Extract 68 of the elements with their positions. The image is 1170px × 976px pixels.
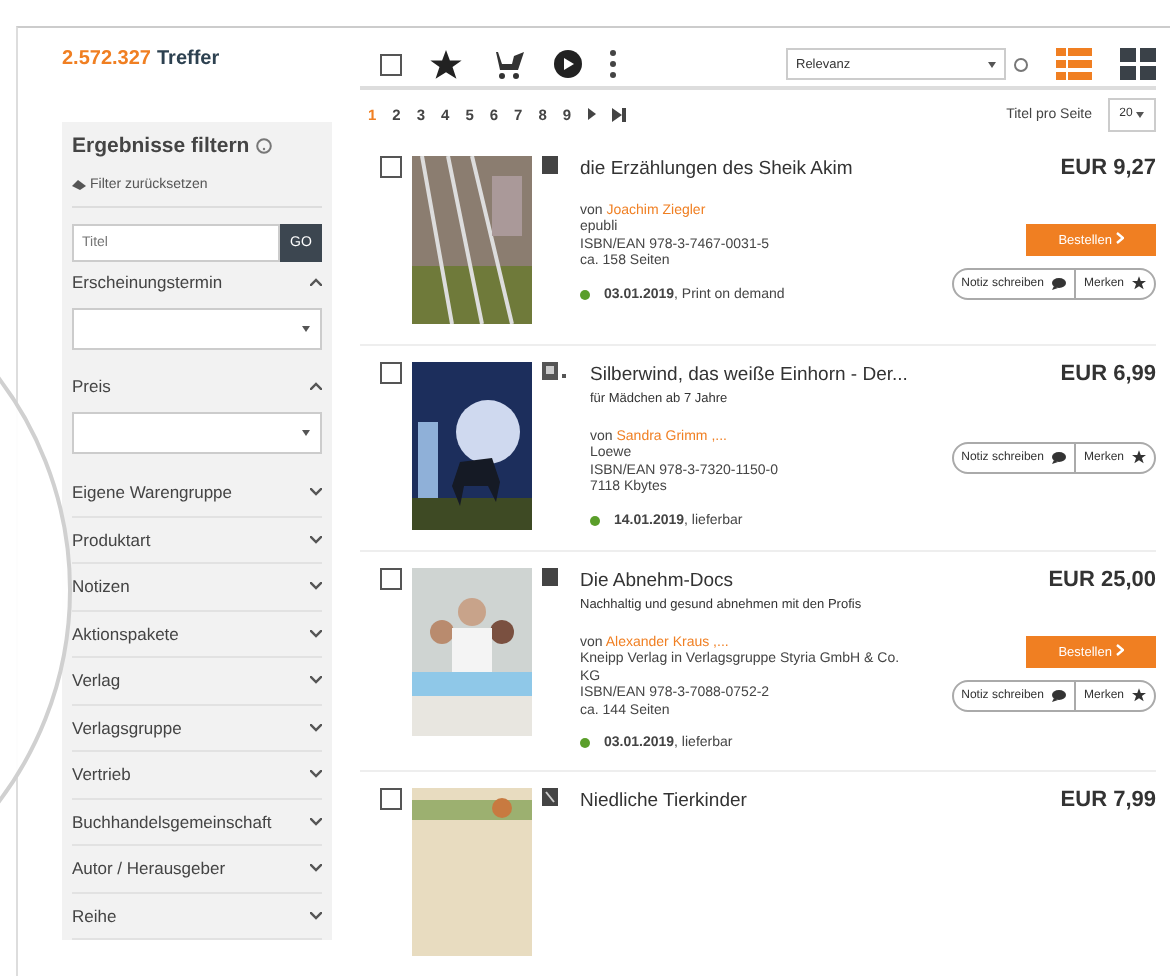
price: EUR 25,00 — [1048, 567, 1156, 591]
price: EUR 6,99 — [1060, 361, 1156, 385]
caret-icon — [302, 430, 310, 436]
chevron-down-icon — [310, 723, 322, 732]
chevron-right-icon — [1115, 231, 1124, 243]
book-icon — [542, 567, 558, 585]
next-page-icon[interactable] — [587, 108, 596, 121]
caret-icon — [1136, 111, 1145, 118]
chevron-down-icon — [310, 911, 322, 920]
filter-section-header[interactable]: Preis — [72, 366, 322, 406]
chevron-down-icon — [310, 535, 322, 544]
star-icon — [1132, 688, 1146, 702]
item-checkbox[interactable] — [380, 155, 402, 177]
star-icon[interactable] — [430, 49, 462, 80]
help-icon[interactable] — [255, 138, 272, 154]
star-icon — [1132, 450, 1146, 464]
speech-bubble-icon — [1051, 277, 1066, 289]
book-title[interactable]: Silberwind, das weiße Einhorn - Der... — [590, 363, 926, 385]
speech-bubble-icon — [1051, 689, 1066, 701]
filter-section-header[interactable]: Verlagsgruppe — [72, 705, 322, 752]
chevron-down-icon — [310, 864, 322, 873]
chevron-up-icon — [310, 278, 322, 286]
book-icon — [542, 155, 558, 173]
availability-dot — [590, 515, 600, 525]
filter-section-header[interactable]: Buchhandelsgemeinschaft — [72, 799, 322, 846]
chevron-down-icon — [310, 582, 322, 591]
item-checkbox[interactable] — [380, 361, 402, 383]
filter-section-header[interactable]: Produktart — [72, 517, 322, 564]
item-checkbox[interactable] — [380, 567, 402, 589]
cart-icon[interactable] — [490, 49, 526, 80]
book-title[interactable]: die Erzählungen des Sheik Akim — [580, 157, 926, 179]
play-icon[interactable] — [554, 50, 582, 79]
ebook-icon — [542, 361, 568, 379]
filter-section-header[interactable]: Eigene Warengruppe — [72, 470, 322, 517]
book-title[interactable]: Niedliche Tierkinder — [580, 790, 926, 812]
speech-bubble-icon — [1051, 451, 1066, 463]
caret-icon — [988, 61, 996, 68]
book-title[interactable]: Die Abnehm-Docs — [580, 569, 926, 591]
caret-icon — [302, 326, 310, 332]
chevron-down-icon — [310, 770, 322, 779]
results-count: 2.572.327 Treffer — [62, 48, 222, 70]
list-view-icon[interactable] — [1056, 48, 1092, 81]
filter-section-header[interactable]: Aktionspakete — [72, 611, 322, 658]
chevron-down-icon — [310, 676, 322, 685]
filter-title: Ergebnisse filtern — [72, 134, 250, 158]
filter-section-header[interactable]: Autor / Herausgeber — [72, 846, 322, 893]
filter-section-header[interactable]: Reihe — [72, 893, 322, 940]
chevron-down-icon — [310, 817, 322, 826]
media-icon — [542, 788, 558, 806]
help-icon[interactable] — [1014, 57, 1028, 72]
star-icon — [1132, 276, 1146, 290]
chevron-up-icon — [310, 382, 322, 390]
item-checkbox[interactable] — [380, 788, 402, 810]
availability-dot — [580, 289, 590, 299]
chevron-down-icon — [310, 629, 322, 638]
last-page-icon[interactable] — [611, 107, 626, 122]
chevron-down-icon — [310, 488, 322, 497]
availability-dot — [580, 738, 590, 748]
eraser-icon — [72, 180, 86, 190]
chevron-right-icon — [1115, 643, 1124, 655]
price: EUR 9,27 — [1060, 155, 1156, 179]
select-all-checkbox[interactable] — [380, 53, 402, 76]
grid-view-icon[interactable] — [1120, 48, 1156, 81]
more-icon[interactable] — [610, 50, 616, 79]
filter-section-header[interactable]: Erscheinungstermin — [72, 262, 322, 302]
filter-section-header[interactable]: Vertrieb — [72, 752, 322, 799]
price: EUR 7,99 — [1060, 788, 1156, 812]
filter-section-header[interactable]: Verlag — [72, 658, 322, 705]
